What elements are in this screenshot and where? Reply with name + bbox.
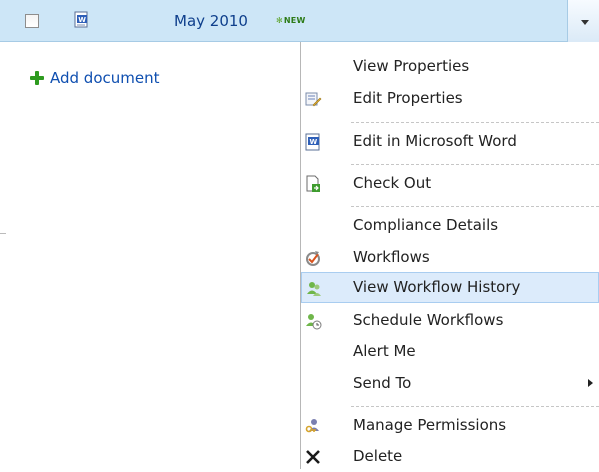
menu-item-alert-me[interactable]: Alert Me <box>301 336 599 367</box>
menu-separator <box>351 206 599 207</box>
menu-item-label: Manage Permissions <box>353 416 507 434</box>
menu-item-label: View Workflow History <box>353 278 521 296</box>
svg-text:W: W <box>78 16 86 24</box>
add-document-label: Add document <box>50 69 160 87</box>
new-badge-label: NEW <box>283 16 306 25</box>
submenu-arrow-icon <box>588 379 593 387</box>
menu-item-view-properties[interactable]: View Properties <box>301 51 599 82</box>
document-title-link[interactable]: May 2010 <box>174 12 248 30</box>
add-document-link[interactable]: Add document <box>30 69 160 87</box>
menu-item-label: Check Out <box>353 174 432 192</box>
menu-item-label: Edit Properties <box>353 89 463 107</box>
menu-separator <box>351 406 599 407</box>
menu-item-compliance-details[interactable]: Compliance Details <box>301 210 599 241</box>
menu-separator <box>351 122 599 123</box>
delete-icon <box>306 450 320 464</box>
new-sparkle-icon: ✻ <box>276 16 283 25</box>
menu-item-label: Delete <box>353 447 403 465</box>
item-menu-dropdown-button[interactable] <box>567 0 599 42</box>
menu-item-workflows[interactable]: Workflows <box>301 242 599 273</box>
workflow-icon <box>306 251 320 266</box>
select-checkbox[interactable] <box>25 14 39 28</box>
menu-item-manage-permissions[interactable]: Manage Permissions <box>301 410 599 441</box>
word-document-icon: W <box>74 11 88 28</box>
users-icon <box>307 282 321 296</box>
menu-item-label: Schedule Workflows <box>353 311 504 329</box>
menu-item-view-workflow-history[interactable]: View Workflow History <box>301 272 599 303</box>
document-row[interactable]: W May 2010 ✻NEW <box>0 0 599 42</box>
menu-item-check-out[interactable]: Check Out <box>301 168 599 199</box>
menu-item-label: Workflows <box>353 248 430 266</box>
menu-item-label: Alert Me <box>353 342 416 360</box>
menu-item-send-to[interactable]: Send To <box>301 368 599 399</box>
menu-item-edit-properties[interactable]: Edit Properties <box>301 83 599 114</box>
menu-item-label: View Properties <box>353 57 470 75</box>
word-document-icon: W <box>305 133 320 151</box>
menu-item-edit-in-word[interactable]: W Edit in Microsoft Word <box>301 126 599 157</box>
menu-item-label: Edit in Microsoft Word <box>353 132 517 150</box>
menu-item-delete[interactable]: Delete <box>301 441 599 472</box>
permissions-icon <box>305 419 319 433</box>
menu-separator <box>351 164 599 165</box>
divider <box>0 233 6 234</box>
menu-item-label: Compliance Details <box>353 216 499 234</box>
svg-text:W: W <box>310 138 318 146</box>
edit-properties-icon <box>305 92 322 107</box>
check-out-icon <box>306 175 320 192</box>
menu-item-schedule-workflows[interactable]: Schedule Workflows <box>301 305 599 336</box>
new-badge: ✻NEW <box>276 16 306 25</box>
chevron-down-icon <box>581 20 589 25</box>
plus-icon <box>30 71 44 85</box>
users-clock-icon <box>306 314 322 330</box>
menu-item-label: Send To <box>353 374 412 392</box>
item-context-menu: View Properties Edit Properties W Edit i… <box>300 42 599 469</box>
